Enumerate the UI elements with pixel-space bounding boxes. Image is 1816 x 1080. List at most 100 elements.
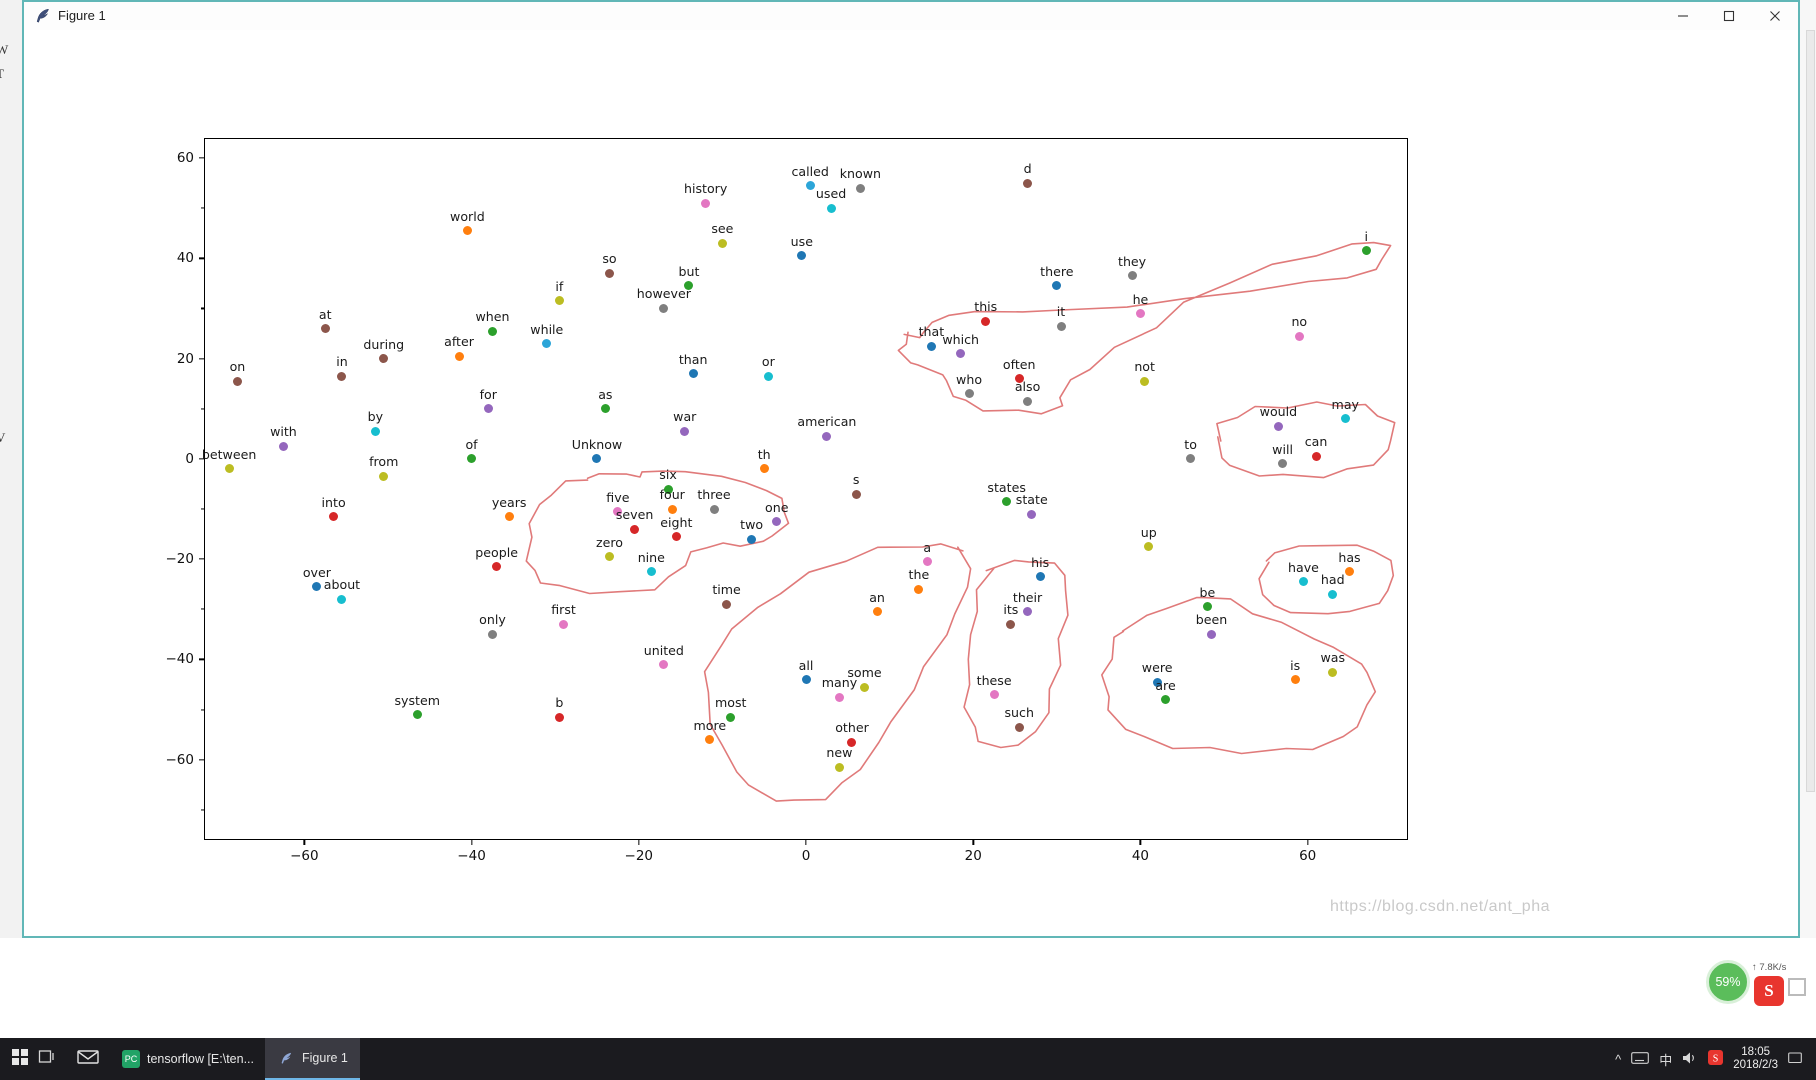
y-tick-label: −60 bbox=[165, 751, 195, 768]
desktop-right-edge bbox=[1800, 0, 1816, 938]
widget-speed: ↑ 7.8K/s bbox=[1752, 962, 1786, 973]
scatter-point-label: in bbox=[336, 354, 348, 370]
speed-value: 7.8K/s bbox=[1759, 962, 1787, 973]
scatter-point bbox=[726, 712, 736, 722]
y-tick-minor bbox=[201, 709, 204, 711]
scatter-point-label: all bbox=[798, 657, 814, 673]
scatter-point bbox=[926, 341, 936, 351]
scatter-point-label: about bbox=[323, 577, 361, 593]
scatter-point bbox=[554, 712, 564, 722]
x-tick-mark bbox=[638, 840, 640, 845]
taskbar-clock[interactable]: 18:05 2018/2/3 bbox=[1733, 1046, 1778, 1072]
volume-icon[interactable] bbox=[1682, 1051, 1698, 1068]
tray-expand-icon[interactable]: ^ bbox=[1615, 1052, 1621, 1067]
scatter-point-label: d bbox=[1023, 161, 1032, 177]
scatter-point bbox=[872, 607, 882, 617]
x-tick-label: −20 bbox=[624, 848, 654, 864]
scatter-point-label: during bbox=[363, 336, 405, 352]
y-tick-minor bbox=[201, 307, 204, 310]
clock-time: 18:05 bbox=[1741, 1046, 1770, 1058]
scatter-point-label: which bbox=[942, 331, 980, 347]
scatter-point bbox=[1027, 509, 1037, 519]
scatter-point-label: history bbox=[683, 181, 728, 197]
scatter-point bbox=[747, 534, 757, 544]
y-tick-label: 0 bbox=[185, 450, 194, 467]
mail-button[interactable] bbox=[68, 1038, 108, 1080]
y-tick-mark bbox=[199, 658, 204, 661]
scatter-point-label: six bbox=[659, 467, 677, 482]
keyboard-icon[interactable] bbox=[1631, 1051, 1650, 1067]
scatter-point bbox=[989, 690, 999, 700]
notifications-icon[interactable] bbox=[1788, 1051, 1802, 1068]
scatter-point bbox=[1127, 271, 1137, 281]
x-tick-mark bbox=[805, 840, 807, 845]
watermark-text: https://blog.csdn.net/ant_pha bbox=[1330, 898, 1550, 915]
scatter-point-label: his bbox=[1031, 554, 1050, 570]
scatter-point-label: by bbox=[367, 409, 384, 425]
scatter-point-label: war bbox=[673, 409, 697, 425]
scatter-point-label: its bbox=[1003, 602, 1019, 618]
scatter-point bbox=[855, 183, 865, 193]
maximize-button[interactable] bbox=[1706, 2, 1752, 30]
scatter-point-label: two bbox=[740, 517, 764, 533]
taskbar-app-pycharm[interactable]: PC tensorflow [E:\ten... bbox=[110, 1038, 266, 1080]
scatter-point-label: seven bbox=[615, 507, 654, 523]
scatter-point bbox=[1023, 396, 1033, 406]
speed-arrow-icon: ↑ bbox=[1752, 962, 1757, 973]
y-tick-minor bbox=[201, 508, 204, 510]
minimize-button[interactable] bbox=[1660, 2, 1706, 30]
clock-date: 2018/2/3 bbox=[1733, 1059, 1778, 1071]
network-speed-widget[interactable]: 59% ↑ 7.8K/s S bbox=[1706, 960, 1806, 1008]
x-tick-mark bbox=[1307, 840, 1309, 845]
x-tick-label: 60 bbox=[1299, 848, 1317, 864]
x-tick-label: 0 bbox=[801, 848, 811, 864]
scatter-point-label: use bbox=[790, 233, 813, 249]
scatter-point-label: on bbox=[229, 359, 246, 375]
scatter-point bbox=[1328, 589, 1338, 599]
y-tick-minor bbox=[201, 608, 204, 610]
scatter-point-label: was bbox=[1320, 650, 1346, 666]
scatter-point-label: more bbox=[693, 717, 727, 733]
ime-chinese-icon[interactable]: 中 bbox=[1659, 1050, 1672, 1069]
y-tick-label: 60 bbox=[176, 150, 194, 167]
scatter-point-label: but bbox=[678, 263, 700, 279]
scatter-point bbox=[605, 268, 614, 278]
scatter-point bbox=[504, 512, 514, 522]
scatter-point-label: world bbox=[450, 208, 485, 224]
window-titlebar[interactable]: Figure 1 bbox=[24, 2, 1798, 31]
scatter-point bbox=[370, 426, 380, 436]
scatter-point bbox=[717, 238, 727, 248]
widget-square-icon[interactable] bbox=[1788, 978, 1806, 996]
sogou-logo-icon[interactable]: S bbox=[1754, 976, 1784, 1006]
close-button[interactable] bbox=[1752, 2, 1798, 30]
scatter-point bbox=[1023, 178, 1033, 188]
scatter-point bbox=[1273, 421, 1283, 431]
scatter-point bbox=[1207, 629, 1216, 639]
scatter-point bbox=[1140, 376, 1150, 386]
y-tick-label: −40 bbox=[165, 651, 195, 668]
taskbar-app-figure-label: Figure 1 bbox=[302, 1051, 348, 1065]
scatter-point bbox=[834, 692, 844, 702]
scatter-point bbox=[826, 203, 836, 213]
y-tick-mark bbox=[199, 357, 204, 360]
scatter-point-label: state bbox=[1015, 492, 1048, 508]
scatter-point bbox=[224, 464, 234, 474]
y-tick-label: 20 bbox=[176, 350, 194, 367]
scatter-point-label: time bbox=[712, 582, 741, 598]
scatter-point bbox=[487, 326, 497, 336]
scatter-point-label: called bbox=[791, 163, 829, 179]
taskbar-app-figure[interactable]: Figure 1 bbox=[265, 1038, 360, 1080]
scatter-point bbox=[805, 181, 815, 191]
scatter-point-label: united bbox=[643, 642, 684, 658]
figure-canvas: −60 −40 −20 0 20 40 60 −60 −40 −20 0 20 40 60 called kn… bbox=[24, 30, 1798, 936]
sogou-tray-icon[interactable]: S bbox=[1708, 1050, 1724, 1068]
scatter-point bbox=[1135, 309, 1145, 318]
y-tick-mark bbox=[199, 257, 204, 259]
scatter-point-label: who bbox=[956, 371, 983, 387]
scatter-point-label: into bbox=[321, 494, 346, 510]
y-tick-minor bbox=[201, 809, 204, 811]
desktop-scrollbar[interactable] bbox=[1806, 30, 1815, 792]
y-tick-label: 40 bbox=[176, 250, 194, 267]
task-view-button[interactable] bbox=[28, 1038, 68, 1080]
x-tick-mark bbox=[470, 840, 473, 845]
